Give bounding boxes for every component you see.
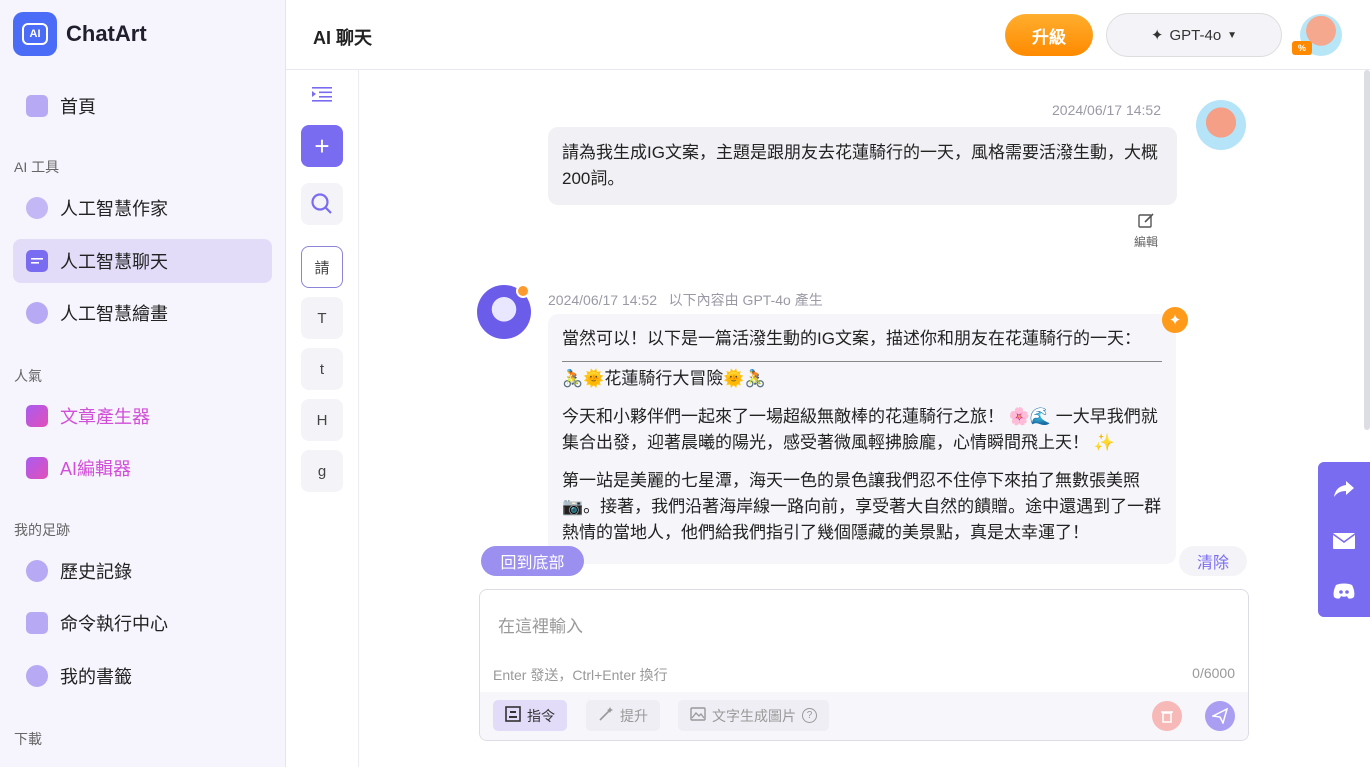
- edit-button[interactable]: 編輯: [1129, 212, 1163, 250]
- sidebar-item-writer[interactable]: 人工智慧作家: [13, 186, 272, 230]
- input-toolbar: 指令 提升 文字生成圖片 ?: [480, 692, 1248, 740]
- help-icon[interactable]: ?: [802, 708, 817, 723]
- upgrade-button[interactable]: 升級: [1005, 14, 1093, 56]
- history-item-1[interactable]: 請: [301, 246, 343, 288]
- send-icon: [1212, 708, 1228, 724]
- scrollbar[interactable]: [1364, 70, 1370, 430]
- chat-area: 2024/06/17 14:52 請為我生成IG文案，主題是跟朋友去花蓮騎行的一…: [359, 70, 1370, 767]
- command-button[interactable]: 指令: [493, 700, 567, 731]
- caret-down-icon: ▼: [1227, 29, 1238, 41]
- page-title: AI 聊天: [313, 28, 373, 48]
- logo[interactable]: AI ChatArt: [13, 12, 147, 56]
- model-selector[interactable]: ✦ GPT-4o ▼: [1106, 13, 1282, 57]
- sidebar-item-history[interactable]: 歷史記錄: [13, 549, 272, 593]
- atom-icon: [26, 457, 48, 479]
- header: AI 聊天 升級 ✦ GPT-4o ▼ %: [286, 0, 1370, 70]
- sidebar-item-chat[interactable]: 人工智慧聊天: [13, 239, 272, 283]
- sidebar-item-draw[interactable]: 人工智慧繪畫: [13, 291, 272, 335]
- section-ai-tools: AI 工具: [14, 159, 60, 175]
- chatart-logo-icon: AI: [13, 12, 57, 56]
- sparkle-icon: ✦: [1150, 27, 1164, 44]
- chat-bubble-icon: [26, 250, 48, 272]
- discord-icon[interactable]: [1332, 579, 1356, 603]
- tool-column: + 請 T t H g: [286, 70, 359, 767]
- star-badge-icon[interactable]: ✦: [1162, 307, 1188, 333]
- heart-icon: [26, 665, 48, 687]
- command-icon: [26, 612, 48, 634]
- back-to-bottom-button[interactable]: 回到底部: [481, 546, 584, 576]
- trash-icon: [1161, 711, 1173, 723]
- send-button[interactable]: [1205, 701, 1235, 731]
- sidebar: AI ChatArt 首頁 AI 工具 人工智慧作家 人工智慧聊天 人工智慧繪畫…: [0, 0, 286, 767]
- divider: [562, 361, 1162, 362]
- history-item-2[interactable]: T: [301, 297, 343, 339]
- sidebar-item-home[interactable]: 首頁: [13, 84, 272, 128]
- section-popular: 人氣: [14, 368, 42, 384]
- search-button[interactable]: [301, 183, 343, 225]
- clock-icon: [26, 560, 48, 582]
- app-name: ChatArt: [66, 21, 147, 46]
- input-hint: Enter 發送，Ctrl+Enter 換行: [493, 667, 668, 683]
- discount-badge: %: [1292, 41, 1312, 55]
- new-chat-button[interactable]: +: [301, 125, 343, 167]
- section-footprint: 我的足跡: [14, 522, 70, 538]
- bot-intro: 當然可以！以下是一篇活潑生動的IG文案，描述你和朋友在花蓮騎行的一天：: [562, 329, 1141, 348]
- char-count: 0/6000: [1192, 665, 1235, 681]
- edit-icon: [1129, 212, 1163, 233]
- share-icon[interactable]: [1332, 477, 1356, 501]
- command-icon: [505, 706, 521, 725]
- share-panel: [1318, 462, 1370, 617]
- book-icon: [26, 95, 48, 117]
- mail-icon[interactable]: [1332, 529, 1356, 553]
- user-message: 請為我生成IG文案，主題是跟朋友去花蓮騎行的一天，風格需要活潑生動，大概200詞…: [548, 127, 1177, 205]
- writer-icon: [26, 197, 48, 219]
- message-input[interactable]: 在這裡輸入: [498, 612, 583, 637]
- history-item-4[interactable]: H: [301, 399, 343, 441]
- user-avatar: [1196, 100, 1246, 150]
- bot-heading: 🚴🌞花蓮騎行大冒險🌞🚴: [562, 369, 766, 388]
- palette-icon: [26, 302, 48, 324]
- sidebar-item-command-center[interactable]: 命令執行中心: [13, 601, 272, 645]
- bot-paragraph-1: 今天和小夥伴們一起來了一場超級無敵棒的花蓮騎行之旅！ 🌸🌊 一大早我們就集合出發…: [562, 407, 1158, 452]
- history-item-3[interactable]: t: [301, 348, 343, 390]
- bot-status-dot: [516, 284, 530, 298]
- history-item-5[interactable]: g: [301, 450, 343, 492]
- enhance-button[interactable]: 提升: [586, 700, 660, 731]
- bot-paragraph-2: 第一站是美麗的七星潭，海天一色的景色讓我們忍不住停下來拍了無數張美照📷。接著，我…: [562, 471, 1162, 542]
- document-edit-icon: [26, 405, 48, 427]
- bot-message: 當然可以！以下是一篇活潑生動的IG文案，描述你和朋友在花蓮騎行的一天： 🚴🌞花蓮…: [548, 314, 1176, 564]
- sidebar-item-ai-editor[interactable]: AI編輯器: [13, 446, 272, 490]
- sidebar-item-bookmarks[interactable]: 我的書籤: [13, 654, 272, 698]
- image-icon: [690, 706, 706, 725]
- message-input-box[interactable]: 在這裡輸入 Enter 發送，Ctrl+Enter 換行 0/6000 指令 提…: [479, 589, 1249, 741]
- bot-timestamp: 2024/06/17 14:52 以下內容由 GPT-4o 產生: [548, 292, 823, 308]
- clear-button[interactable]: 清除: [1179, 546, 1247, 576]
- text-to-image-button[interactable]: 文字生成圖片 ?: [678, 700, 829, 731]
- delete-button[interactable]: [1152, 701, 1182, 731]
- user-timestamp: 2024/06/17 14:52: [1052, 102, 1161, 118]
- search-icon: [311, 193, 332, 214]
- sidebar-item-article-generator[interactable]: 文章產生器: [13, 394, 272, 438]
- section-download: 下載: [14, 731, 42, 747]
- magic-wand-icon: [598, 706, 614, 725]
- collapse-menu-icon[interactable]: [312, 86, 332, 107]
